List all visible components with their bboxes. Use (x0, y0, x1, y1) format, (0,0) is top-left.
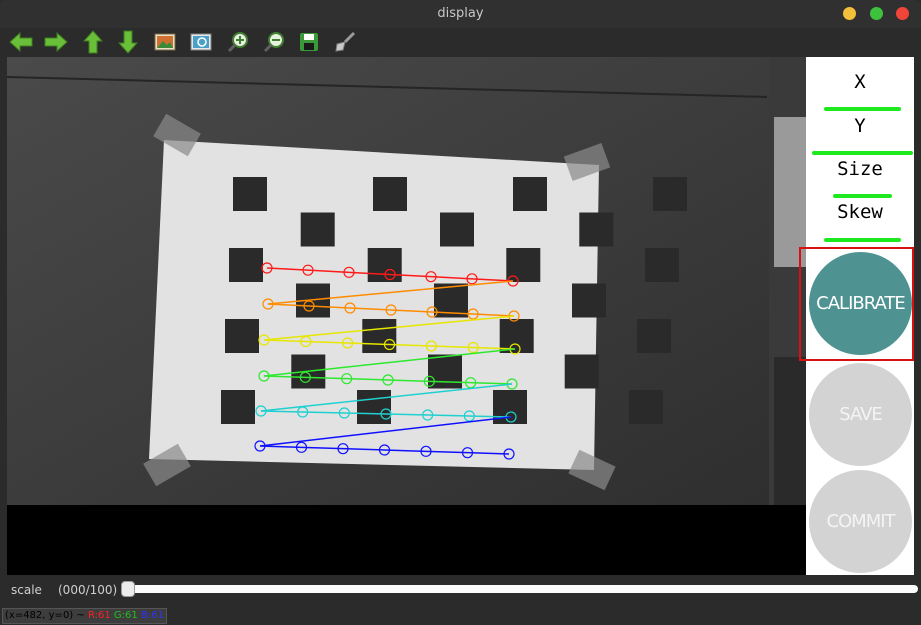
checker-square (221, 390, 255, 424)
pixel-coords: (x=482, y=0) ~ (5, 610, 85, 621)
skew-progress-bar (824, 238, 901, 242)
checker-square (579, 212, 614, 247)
minimize-button[interactable] (843, 7, 856, 20)
brush-icon[interactable] (333, 30, 357, 54)
checker-square (229, 248, 263, 282)
scale-slider-track[interactable] (122, 585, 918, 593)
checker-square (233, 177, 267, 211)
title-bar: display (0, 0, 921, 28)
checker-square (513, 177, 547, 211)
zoom-out-icon[interactable] (262, 30, 286, 54)
zoom-fit-icon[interactable] (189, 30, 213, 54)
checker-square (629, 390, 663, 424)
size-label: Size (837, 158, 883, 180)
checker-square (440, 212, 474, 247)
status-bar: (x=482, y=0) ~ R:61 G:61 B:61 (2, 608, 167, 624)
skew-label: Skew (837, 201, 883, 223)
right-arrow-icon[interactable] (44, 30, 68, 54)
save-button-label: SAVE (839, 404, 883, 425)
x-progress-bar (824, 107, 901, 111)
y-progress-bar (812, 151, 913, 155)
checker-square (362, 319, 397, 353)
up-arrow-icon[interactable] (81, 30, 105, 54)
x-label: X (854, 71, 866, 93)
checker-square (653, 177, 687, 211)
checker-square (428, 354, 462, 389)
trackbar-name: scale (11, 583, 42, 597)
checker-square (572, 283, 606, 318)
toolbar (0, 28, 921, 56)
maximize-button[interactable] (870, 7, 883, 20)
checker-square (564, 354, 599, 389)
pixel-blue: B:61 (140, 610, 164, 621)
window-title: display (437, 6, 484, 21)
calibrate-highlight-frame (799, 247, 914, 361)
image-icon[interactable] (153, 30, 177, 54)
save-button[interactable]: SAVE (809, 363, 912, 466)
checkerboard-image (7, 57, 806, 505)
down-arrow-icon[interactable] (116, 30, 140, 54)
checker-square (637, 319, 671, 353)
save-icon[interactable] (297, 30, 321, 54)
checker-square (300, 212, 335, 247)
pixel-red: R:61 (87, 610, 111, 621)
commit-button[interactable]: COMMIT (809, 470, 912, 573)
checker-square (373, 177, 407, 211)
checker-square (367, 248, 402, 282)
trackbar-value: (000/100) (58, 583, 118, 597)
pixel-green: G:61 (113, 610, 138, 621)
size-progress-bar (833, 194, 892, 198)
close-button[interactable] (896, 7, 909, 20)
checker-square (645, 248, 679, 282)
trackbar-area: scale (000/100) (x=482, y=0) ~ R:61 G:61… (0, 575, 921, 625)
commit-button-label: COMMIT (826, 511, 895, 532)
zoom-in-icon[interactable] (226, 30, 250, 54)
camera-view[interactable] (7, 57, 806, 575)
checker-square (225, 319, 259, 353)
left-arrow-icon[interactable] (9, 30, 33, 54)
scale-slider-handle[interactable] (121, 581, 135, 597)
y-label: Y (854, 115, 866, 137)
